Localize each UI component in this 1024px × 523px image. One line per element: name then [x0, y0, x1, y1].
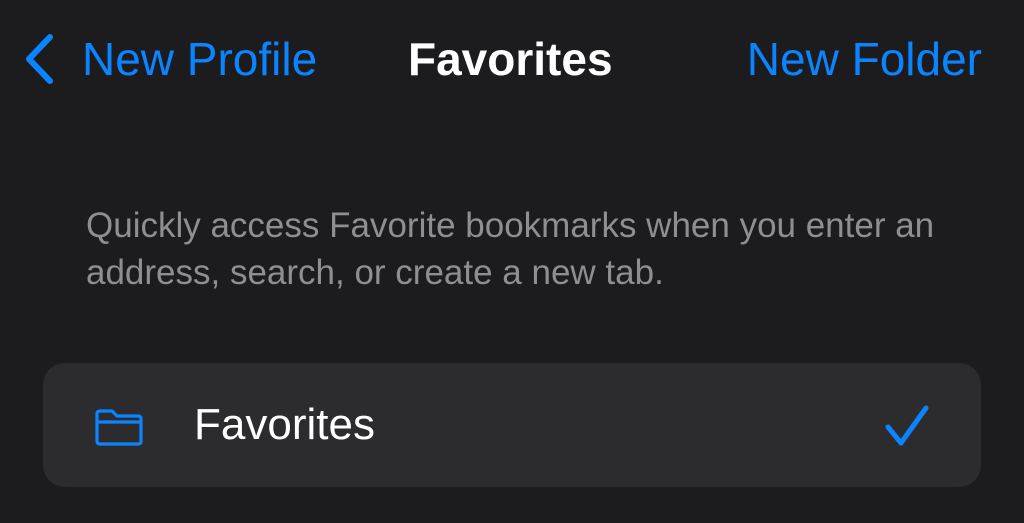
- folder-list: Favorites: [43, 363, 981, 487]
- folder-label: Favorites: [194, 400, 375, 449]
- new-folder-button[interactable]: New Folder: [747, 28, 982, 90]
- description-text: Quickly access Favorite bookmarks when y…: [86, 206, 935, 292]
- page-title: Favorites: [408, 33, 613, 85]
- navigation-bar: New Profile Favorites New Folder: [0, 0, 1024, 120]
- folder-icon: [93, 407, 145, 447]
- chevron-left-icon: [20, 28, 60, 90]
- folder-row-favorites[interactable]: Favorites: [43, 363, 981, 487]
- back-button-label: New Profile: [82, 33, 318, 85]
- checkmark-icon: [883, 403, 931, 449]
- back-button[interactable]: New Profile: [20, 28, 317, 90]
- favorites-screen: New Profile Favorites New Folder Quickly…: [0, 0, 1024, 523]
